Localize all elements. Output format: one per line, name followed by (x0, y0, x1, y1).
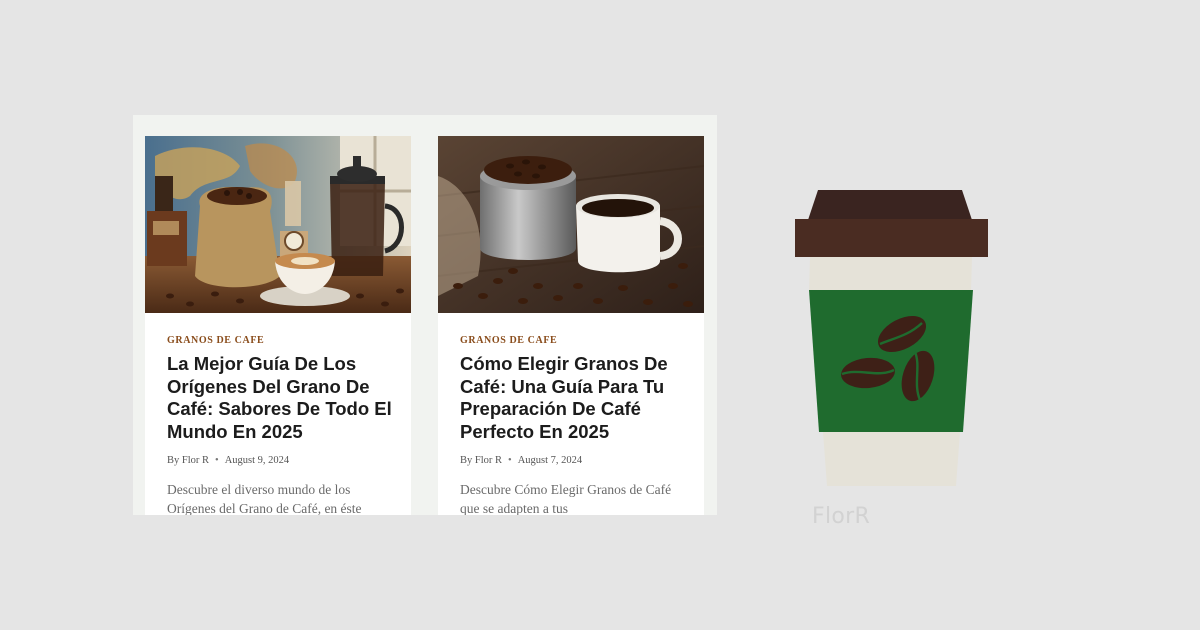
meta-separator: • (215, 455, 219, 466)
meta-separator: • (508, 455, 512, 466)
post-card[interactable]: GRANOS DE CAFE Cómo Elegir Granos De Caf… (438, 136, 704, 515)
post-author-link[interactable]: By Flor R (460, 455, 502, 466)
post-meta: By Flor R • August 9, 2024 (167, 455, 397, 466)
blog-posts-panel: GRANOS DE CAFE La Mejor Guía De Los Oríg… (133, 115, 717, 515)
post-body: GRANOS DE CAFE Cómo Elegir Granos De Caf… (460, 335, 690, 515)
post-excerpt: Descubre el diverso mundo de los Orígene… (167, 482, 362, 515)
post-date: August 9, 2024 (224, 455, 290, 466)
post-body: GRANOS DE CAFE La Mejor Guía De Los Oríg… (167, 335, 397, 515)
post-title-link[interactable]: La Mejor Guía De Los Orígenes Del Grano … (167, 353, 397, 443)
coffee-cup-logo-icon (795, 190, 988, 486)
brand-watermark: FlorR (812, 504, 871, 529)
post-card[interactable]: GRANOS DE CAFE La Mejor Guía De Los Oríg… (145, 136, 411, 515)
post-excerpt: Descubre Cómo Elegir Granos de Café que … (460, 482, 672, 515)
post-title-link[interactable]: Cómo Elegir Granos De Café: Una Guía Par… (460, 353, 690, 443)
post-thumbnail[interactable] (145, 136, 411, 313)
post-category-link[interactable]: GRANOS DE CAFE (167, 335, 397, 346)
post-date: August 7, 2024 (517, 455, 583, 466)
post-meta: By Flor R • August 7, 2024 (460, 455, 690, 466)
post-category-link[interactable]: GRANOS DE CAFE (460, 335, 690, 346)
coffee-tin-photo (438, 136, 704, 313)
coffee-origins-photo (145, 136, 411, 313)
post-author-link[interactable]: By Flor R (167, 455, 209, 466)
post-thumbnail[interactable] (438, 136, 704, 313)
